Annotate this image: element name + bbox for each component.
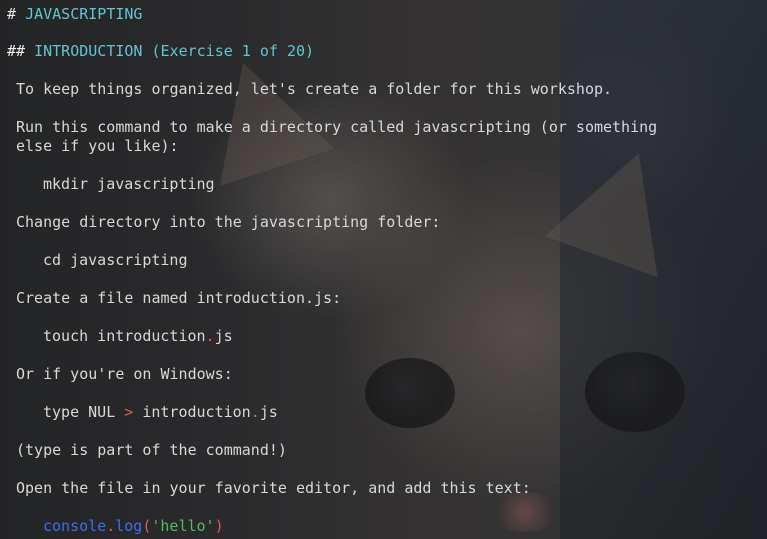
code-dot: . xyxy=(106,517,116,535)
paragraph-organized: To keep things organized, let's create a… xyxy=(16,80,613,98)
command-cd: cd javascripting xyxy=(43,251,188,269)
command-touch-ext: js xyxy=(214,327,233,345)
command-type-cmd: type NUL xyxy=(43,403,125,421)
command-type-ext: js xyxy=(259,403,278,421)
heading-title: JAVASCRIPTING xyxy=(25,5,143,23)
command-type-dot: . xyxy=(250,403,260,421)
paragraph-run-command-line2: else if you like): xyxy=(16,137,179,155)
subheading-title: INTRODUCTION (Exercise 1 of 20) xyxy=(34,42,315,60)
code-method: log xyxy=(115,517,143,535)
paragraph-create-file: Create a file named introduction.js: xyxy=(16,289,342,307)
paragraph-open-editor: Open the file in your favorite editor, a… xyxy=(16,479,531,497)
command-touch: touch introduction.js xyxy=(43,327,233,346)
command-mkdir: mkdir javascripting xyxy=(43,175,215,193)
command-type-file: introduction xyxy=(133,403,251,421)
paragraph-change-directory: Change directory into the javascripting … xyxy=(16,213,441,231)
paragraph-type-note: (type is part of the command!) xyxy=(16,441,287,459)
terminal-output: # JAVASCRIPTING ## INTRODUCTION (Exercis… xyxy=(0,0,767,539)
code-console-log: console.log('hello') xyxy=(43,517,224,536)
command-type: type NUL > introduction.js xyxy=(43,403,278,422)
heading-introduction: ## INTRODUCTION (Exercise 1 of 20) xyxy=(7,42,314,61)
command-touch-name: touch introduction xyxy=(43,327,206,345)
code-close-paren: ) xyxy=(214,517,224,535)
code-string: 'hello' xyxy=(151,517,215,535)
heading-javascripting: # JAVASCRIPTING xyxy=(7,5,142,24)
paragraph-windows: Or if you're on Windows: xyxy=(16,365,233,383)
paragraph-run-command-line1: Run this command to make a directory cal… xyxy=(16,118,658,136)
heading-hash: # xyxy=(7,5,17,23)
command-touch-dot: . xyxy=(205,327,215,345)
subheading-hash: ## xyxy=(7,42,26,60)
code-object: console xyxy=(43,517,107,535)
command-type-redirect: > xyxy=(124,403,134,421)
